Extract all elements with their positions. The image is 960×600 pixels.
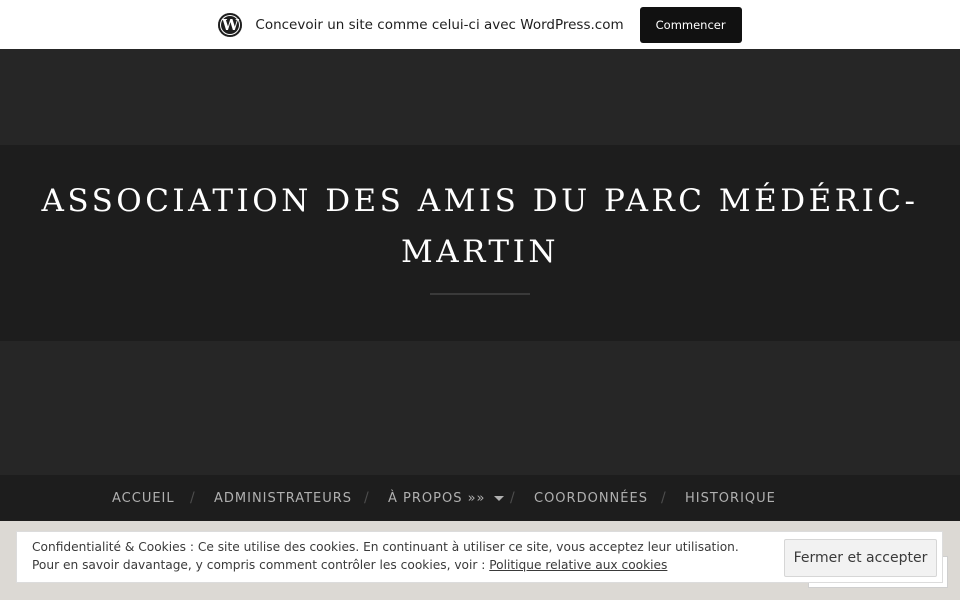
nav-separator: / — [190, 490, 195, 506]
main-navigation: ACCUEIL / ADMINISTRATEURS / À PROPOS »» … — [0, 475, 960, 521]
cookie-notice-line1: Confidentialité & Cookies : Ce site util… — [32, 540, 739, 554]
cookie-policy-link[interactable]: Politique relative aux cookies — [489, 558, 667, 572]
dropdown-caret-icon[interactable] — [493, 495, 504, 501]
header-top-band — [0, 49, 960, 145]
start-button[interactable]: Commencer — [639, 6, 742, 43]
cookie-banner: Confidentialité & Cookies : Ce site util… — [16, 531, 943, 583]
cookie-notice-line2: Pour en savoir davantage, y compris comm… — [32, 556, 739, 574]
nav-item-historique[interactable]: HISTORIQUE — [685, 475, 776, 521]
nav-item-label: À PROPOS »» — [388, 490, 486, 506]
header-bottom-band — [0, 341, 960, 475]
cookie-notice-text: Confidentialité & Cookies : Ce site util… — [32, 538, 739, 574]
title-divider — [430, 293, 530, 295]
nav-item-coordonnees[interactable]: COORDONNÉES — [534, 475, 648, 521]
cookie-notice-prefix: Pour en savoir davantage, y compris comm… — [32, 558, 490, 572]
site-title[interactable]: ASSOCIATION DES AMIS DU PARC MÉDÉRIC-MAR… — [40, 176, 920, 278]
wordpress-promo-bar: W Concevoir un site comme celui-ci avec … — [0, 0, 960, 49]
nav-separator: / — [661, 490, 666, 506]
nav-item-accueil[interactable]: ACCUEIL — [112, 475, 175, 521]
close-and-accept-button[interactable]: Fermer et accepter — [784, 539, 937, 577]
nav-item-administrateurs[interactable]: ADMINISTRATEURS — [214, 475, 352, 521]
nav-separator: / — [510, 490, 515, 506]
nav-item-a-propos[interactable]: À PROPOS »» — [388, 475, 504, 521]
wordpress-logo-icon[interactable]: W — [218, 12, 243, 37]
wordpress-promo-text[interactable]: Concevoir un site comme celui-ci avec Wo… — [255, 17, 623, 33]
nav-separator: / — [364, 490, 369, 506]
